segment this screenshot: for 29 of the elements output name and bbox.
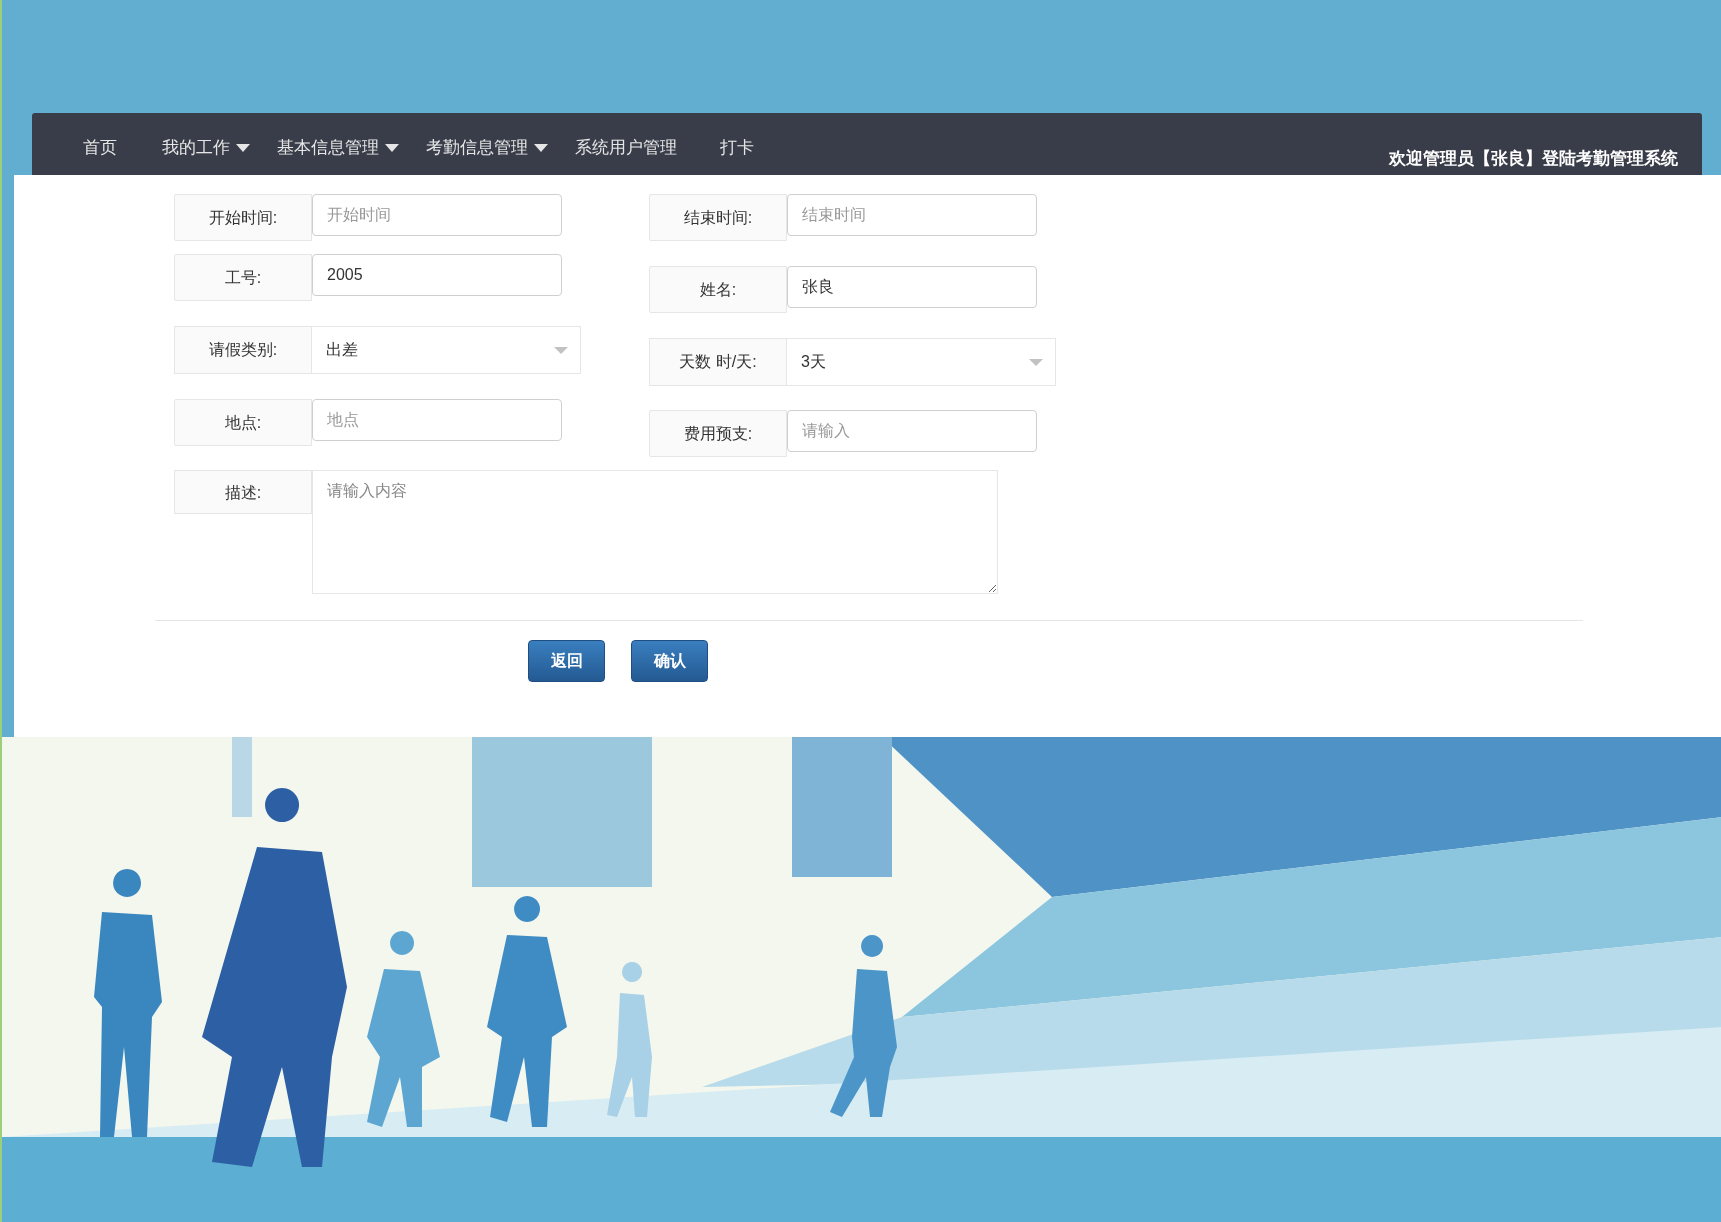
nav-item[interactable]: 我的工作 [162,137,250,159]
form-button[interactable]: 确认 [631,640,708,682]
nav-item[interactable]: 系统用户管理 [575,137,677,159]
field-label: 天数 时/天: [649,338,787,386]
dropdown-arrow-icon [554,346,568,354]
field-label: 描述: [174,470,312,514]
select-field[interactable]: 3天 [787,338,1056,386]
field-label: 姓名: [649,266,787,313]
input-field[interactable]: 张良 [787,266,1037,308]
field-label: 结束时间: [649,194,787,241]
field-label: 地点: [174,399,312,446]
input-field[interactable]: 请输入 [787,410,1037,452]
nav-item[interactable]: 打卡 [720,137,754,159]
nav-item[interactable]: 考勤信息管理 [426,137,548,159]
form-button[interactable]: 返回 [528,640,605,682]
input-field[interactable]: 结束时间 [787,194,1037,236]
field-label: 费用预支: [649,410,787,457]
field-label: 请假类别: [174,326,312,374]
dropdown-arrow-icon [1029,358,1043,366]
description-textarea[interactable]: 请输入内容 [312,470,998,594]
field-label: 开始时间: [174,194,312,241]
input-field[interactable]: 2005 [312,254,562,296]
input-field[interactable]: 地点 [312,399,562,441]
input-field[interactable]: 开始时间 [312,194,562,236]
field-label: 工号: [174,254,312,301]
nav-item[interactable]: 基本信息管理 [277,137,399,159]
nav-item[interactable]: 首页 [83,137,117,159]
welcome-text: 欢迎管理员【张良】登陆考勤管理系统 [1389,149,1678,169]
select-field[interactable]: 出差 [312,326,581,374]
